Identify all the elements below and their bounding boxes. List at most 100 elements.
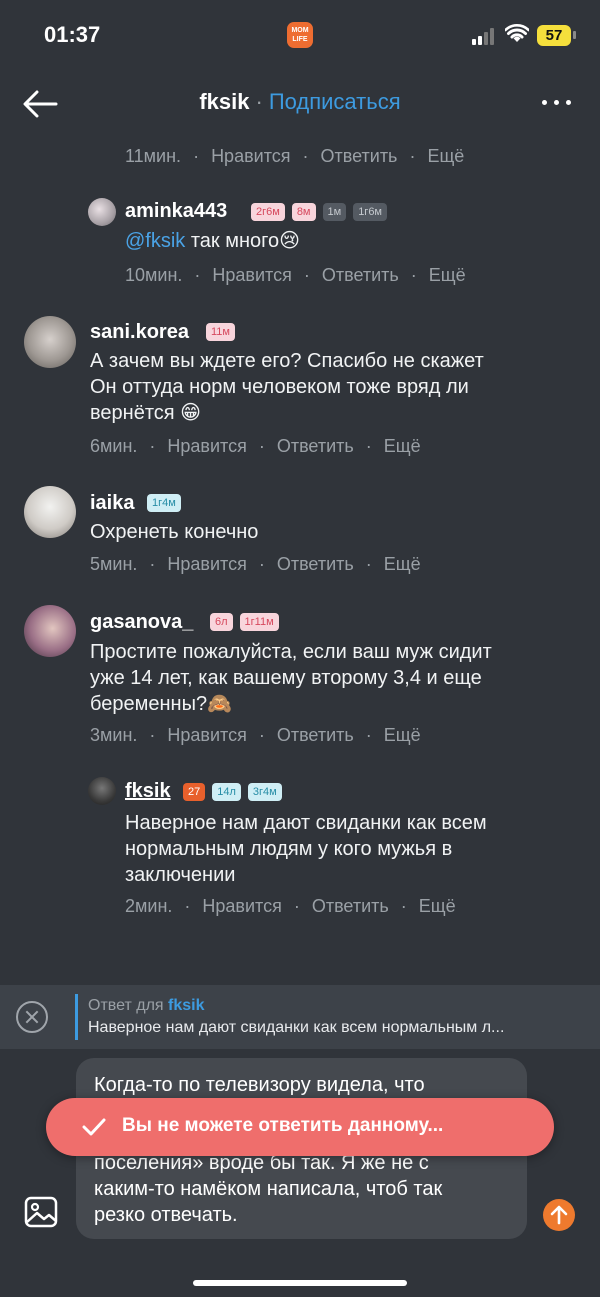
message-line: резко отвечать.	[94, 1204, 238, 1226]
message-line: каким-то намёком написала, чтоб так	[94, 1178, 443, 1200]
comment-meta: 3мин. · Нравится · Ответить · Ещё	[90, 725, 421, 746]
image-attach-icon[interactable]	[24, 1196, 58, 1228]
wifi-icon	[505, 24, 529, 42]
reply-button[interactable]: Ответить	[277, 436, 354, 457]
comment-time: 2мин.	[125, 896, 173, 916]
comment-time: 10мин.	[125, 265, 183, 285]
toast-message: Вы не можете ответить данному...	[122, 1115, 444, 1136]
avatar[interactable]	[24, 605, 76, 657]
page-title: fksik	[199, 89, 250, 114]
comment-line: Он оттуда норм человеком тоже вряд ли	[90, 376, 469, 398]
like-button[interactable]: Нравится	[167, 554, 246, 575]
reply-indicator-line	[75, 994, 78, 1040]
badge: 1м	[322, 203, 347, 221]
comment-username[interactable]: iaika	[90, 492, 134, 515]
comment-line: вернётся 😁	[90, 402, 201, 424]
comment-time: 11мин.	[125, 146, 182, 166]
user-badges: 1г4м	[147, 494, 181, 512]
signal-icon	[472, 27, 498, 45]
arrow-up-icon	[550, 1205, 568, 1225]
reply-to-label: Ответ для fksik	[88, 997, 205, 1015]
battery-tip	[573, 31, 576, 39]
app-logo: MOM LIFE	[287, 22, 313, 48]
avatar[interactable]	[88, 777, 116, 805]
comment-line: нормальным людям у кого мужья в	[125, 838, 453, 860]
error-toast: Вы не можете ответить данному...	[46, 1098, 554, 1156]
badge: 2г6м	[251, 203, 285, 221]
more-button[interactable]: Ещё	[384, 436, 421, 457]
comment-meta: 2мин. · Нравится · Ответить · Ещё	[125, 896, 456, 917]
badge: 1г11м	[239, 613, 279, 631]
reply-button[interactable]: Ответить	[321, 146, 398, 167]
header-separator: ·	[255, 89, 263, 114]
comment-time: 6мин.	[90, 436, 138, 456]
user-badges: 11м	[206, 323, 235, 341]
user-badges: 27 14л 3г4м	[183, 783, 282, 801]
reply-button[interactable]: Ответить	[277, 725, 354, 746]
home-indicator[interactable]	[193, 1280, 407, 1286]
comment-meta: 11мин. · Нравится · Ответить · Ещё	[125, 146, 465, 167]
more-button[interactable]: Ещё	[429, 265, 466, 286]
comment-line: Простите пожалуйста, если ваш муж сидит	[90, 641, 492, 663]
avatar[interactable]	[24, 316, 76, 368]
reply-context-bar: Ответ для fksik Наверное нам дают свидан…	[0, 985, 600, 1049]
checkmark-icon	[82, 1118, 106, 1136]
comment-username[interactable]: sani.korea	[90, 321, 189, 344]
send-button[interactable]	[543, 1199, 575, 1231]
badge: 14л	[212, 783, 241, 801]
like-button[interactable]: Нравится	[167, 436, 246, 457]
badge: 1г6м	[353, 203, 387, 221]
comment-meta: 6мин. · Нравится · Ответить · Ещё	[90, 436, 421, 457]
comment-line: беременны?🙈	[90, 693, 232, 715]
like-button[interactable]: Нравится	[212, 265, 291, 286]
comment-username[interactable]: aminka443	[125, 200, 227, 223]
comment-meta: 10мин. · Нравится · Ответить · Ещё	[125, 265, 466, 286]
comment-line: заключении	[125, 864, 236, 886]
comment-line: уже 14 лет, как вашему второму 3,4 и еще	[90, 667, 482, 689]
message-line: Когда-то по телевизору видела, что	[94, 1074, 425, 1096]
reply-prefix: Ответ для	[88, 997, 164, 1014]
comment-list[interactable]: 11мин. · Нравится · Ответить · Ещё aminka443 2…	[0, 118, 600, 980]
status-bar: 01:37 MOM LIFE 57	[0, 0, 600, 70]
comment-username[interactable]: gasanova_	[90, 611, 193, 634]
composer: Когда-то по телевизору видела, что посел…	[0, 1049, 600, 1297]
comment-line: так много😢	[190, 230, 300, 252]
user-badges: 2г6м 8м 1м 1г6м	[251, 203, 387, 221]
user-mention[interactable]: @fksik	[125, 230, 185, 252]
badge: 6л	[210, 613, 233, 631]
more-button[interactable]: Ещё	[384, 725, 421, 746]
user-badges: 6л 1г11м	[210, 613, 279, 631]
subscribe-button[interactable]: Подписаться	[269, 89, 401, 114]
comment-username[interactable]: fksik	[125, 780, 171, 803]
comment-line: Охренеть конечно	[90, 521, 259, 543]
comment-time: 5мин.	[90, 554, 138, 574]
reply-button[interactable]: Ответить	[277, 554, 354, 575]
badge: 3г4м	[247, 783, 282, 801]
comment-time: 3мин.	[90, 725, 138, 745]
like-button[interactable]: Нравится	[167, 725, 246, 746]
reply-snippet: Наверное нам дают свиданки как всем норм…	[88, 1019, 505, 1036]
comment-meta: 5мин. · Нравится · Ответить · Ещё	[90, 554, 421, 575]
avatar[interactable]	[88, 198, 116, 226]
battery-indicator: 57	[537, 25, 571, 46]
like-button[interactable]: Нравится	[211, 146, 290, 167]
header-center: fksik · Подписаться	[0, 89, 600, 115]
badge: 27	[183, 783, 206, 801]
more-options-icon[interactable]	[540, 92, 572, 112]
comment-text: @fksik так много😢	[125, 228, 300, 254]
avatar[interactable]	[24, 486, 76, 538]
status-time: 01:37	[44, 22, 101, 47]
comment-line: Наверное нам дают свиданки как всем	[125, 812, 487, 834]
like-button[interactable]: Нравится	[202, 896, 281, 917]
more-button[interactable]: Ещё	[419, 896, 456, 917]
badge: 11м	[206, 323, 235, 341]
more-button[interactable]: Ещё	[384, 554, 421, 575]
close-reply-icon[interactable]	[16, 1001, 48, 1033]
reply-button[interactable]: Ответить	[322, 265, 399, 286]
reply-button[interactable]: Ответить	[312, 896, 389, 917]
badge: 1г4м	[147, 494, 181, 512]
more-button[interactable]: Ещё	[427, 146, 464, 167]
badge: 8м	[291, 203, 316, 221]
reply-target[interactable]: fksik	[168, 997, 204, 1014]
comment-line: А зачем вы ждете его? Спасибо не скажет	[90, 350, 484, 372]
